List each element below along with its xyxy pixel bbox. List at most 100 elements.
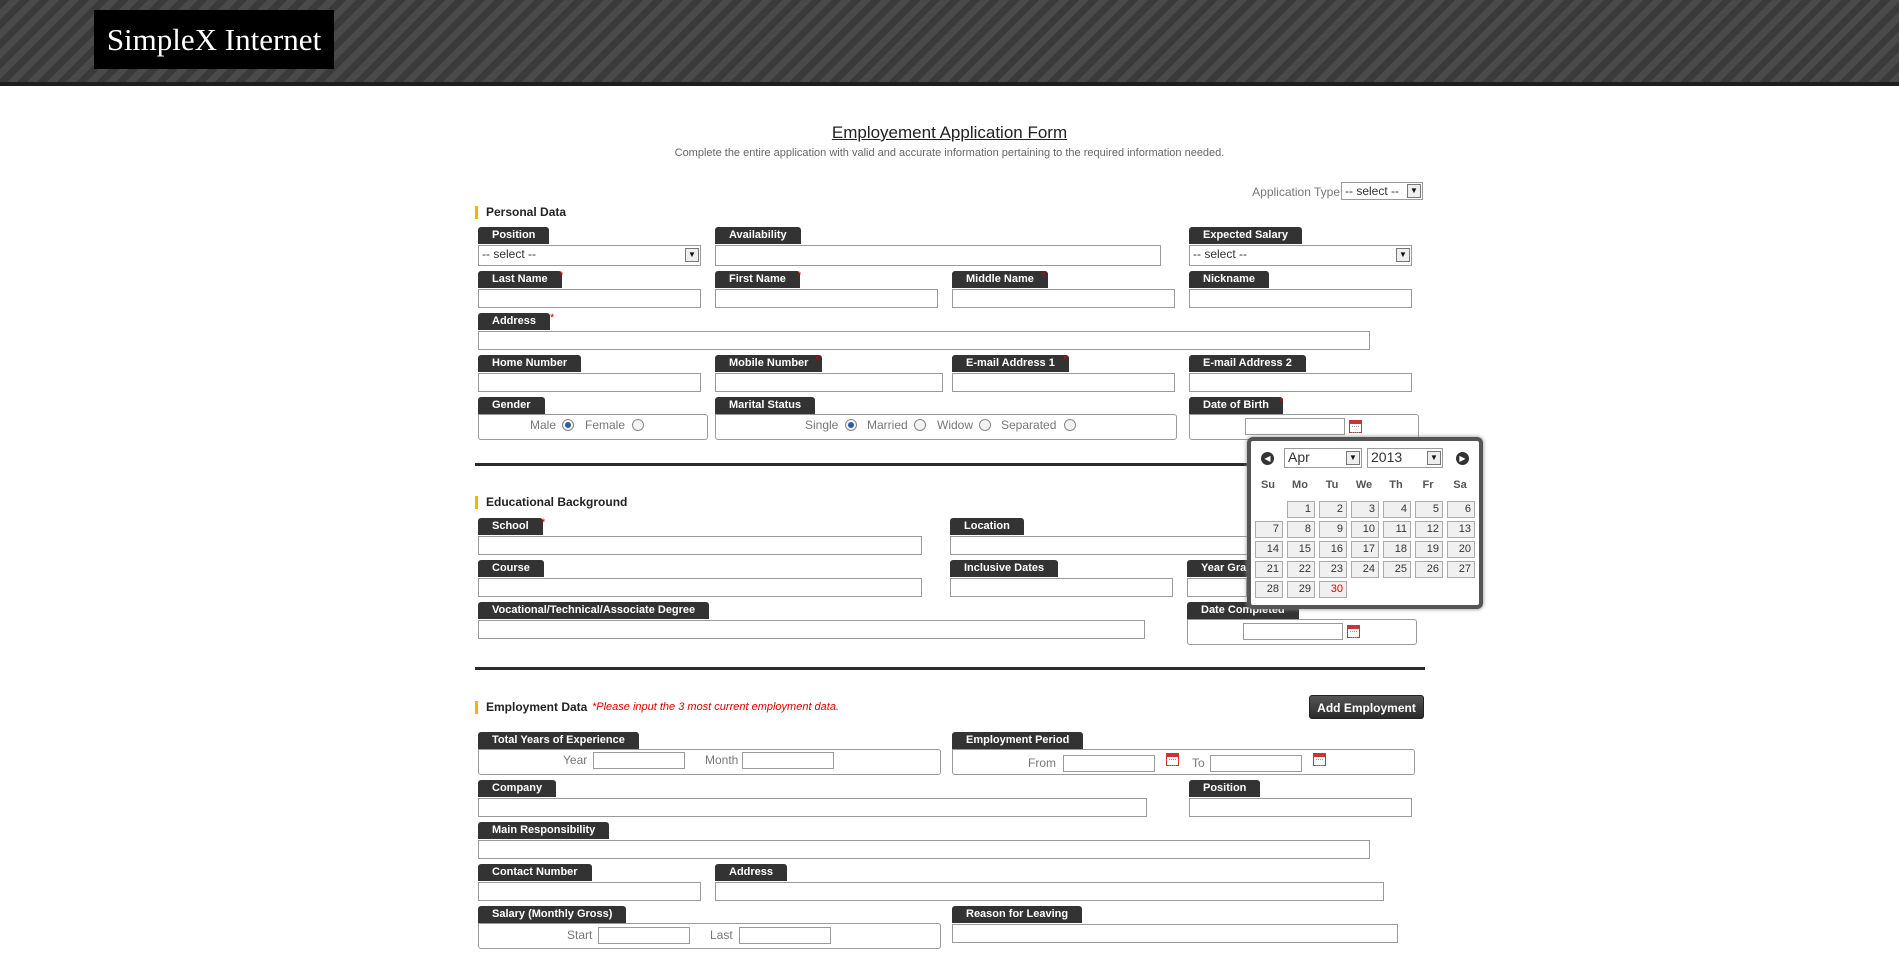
year-graduated-input[interactable] (1187, 578, 1247, 597)
weekday-header: We (1355, 479, 1373, 491)
contact-number-input[interactable] (478, 882, 701, 901)
widow-radio[interactable] (979, 419, 991, 431)
date-completed-input[interactable] (1243, 623, 1343, 640)
calendar-day[interactable]: 30 (1319, 581, 1347, 598)
calendar-day[interactable]: 6 (1447, 501, 1475, 518)
availability-input[interactable] (715, 245, 1161, 266)
calendar-day[interactable]: 9 (1319, 521, 1347, 538)
next-month-icon[interactable]: ▶ (1456, 452, 1469, 465)
email1-input[interactable] (952, 373, 1175, 392)
male-radio[interactable] (562, 419, 574, 431)
school-input[interactable] (478, 536, 922, 555)
calendar-day[interactable]: 26 (1415, 561, 1443, 578)
experience-month-input[interactable] (742, 752, 834, 769)
application-type-select[interactable]: -- select -- ▼ (1341, 182, 1423, 200)
female-radio[interactable] (632, 419, 644, 431)
email2-input[interactable] (1189, 373, 1412, 392)
reason-for-leaving-label: Reason for Leaving (952, 906, 1083, 923)
chevron-down-icon: ▼ (1427, 451, 1441, 465)
course-input[interactable] (478, 578, 922, 597)
chevron-down-icon: ▼ (1396, 248, 1410, 262)
expected-salary-value: -- select -- (1193, 247, 1247, 261)
year-select[interactable]: 2013 ▼ (1367, 448, 1443, 468)
employment-position-input[interactable] (1189, 798, 1412, 817)
calendar-day[interactable]: 12 (1415, 521, 1443, 538)
expected-salary-select[interactable]: -- select -- ▼ (1189, 245, 1412, 266)
prev-month-icon[interactable]: ◀ (1261, 452, 1274, 465)
reason-for-leaving-input[interactable] (952, 924, 1398, 943)
salary-last-input[interactable] (739, 927, 831, 944)
separated-label: Separated (1001, 418, 1057, 432)
salary-start-input[interactable] (598, 927, 690, 944)
home-number-input[interactable] (478, 373, 701, 392)
calendar-day[interactable]: 3 (1351, 501, 1379, 518)
month-select[interactable]: Apr ▼ (1284, 448, 1362, 468)
calendar-day[interactable]: 18 (1383, 541, 1411, 558)
calendar-day[interactable]: 20 (1447, 541, 1475, 558)
chevron-down-icon: ▼ (1346, 451, 1360, 465)
start-label: Start (567, 928, 593, 942)
calendar-day[interactable]: 16 (1319, 541, 1347, 558)
experience-year-input[interactable] (593, 752, 685, 769)
calendar-day[interactable]: 1 (1287, 501, 1315, 518)
required-mark: * (1279, 396, 1284, 408)
calendar-day[interactable]: 4 (1383, 501, 1411, 518)
calendar-day[interactable]: 11 (1383, 521, 1411, 538)
last-name-input[interactable] (478, 289, 701, 308)
employment-address-input[interactable] (715, 882, 1384, 901)
calendar-day[interactable]: 2 (1319, 501, 1347, 518)
calendar-day[interactable]: 29 (1287, 581, 1315, 598)
inclusive-dates-input[interactable] (950, 578, 1173, 597)
married-radio[interactable] (914, 419, 926, 431)
calendar-icon[interactable] (1349, 420, 1362, 433)
required-mark: * (797, 270, 802, 282)
middle-name-input[interactable] (952, 289, 1175, 308)
mobile-number-input[interactable] (715, 373, 943, 392)
period-from-input[interactable] (1063, 755, 1155, 772)
location-label: Location (950, 518, 1024, 535)
calendar-day[interactable]: 13 (1447, 521, 1475, 538)
calendar-day[interactable]: 10 (1351, 521, 1379, 538)
position-select[interactable]: -- select -- ▼ (478, 245, 701, 266)
add-employment-button[interactable]: Add Employment (1309, 695, 1424, 719)
vocational-label: Vocational/Technical/Associate Degree (478, 602, 710, 619)
calendar-icon[interactable] (1347, 625, 1360, 638)
separated-radio[interactable] (1064, 419, 1076, 431)
site-logo[interactable]: SimpleX Internet (94, 10, 334, 69)
section-educational-background: Educational Background (475, 496, 627, 509)
mobile-number-label: Mobile Number (715, 355, 823, 372)
calendar-icon[interactable] (1166, 753, 1179, 766)
calendar-day[interactable]: 8 (1287, 521, 1315, 538)
chevron-down-icon: ▼ (1407, 184, 1421, 198)
main-responsibility-input[interactable] (478, 840, 1370, 859)
calendar-day[interactable]: 7 (1255, 521, 1283, 538)
calendar-icon[interactable] (1313, 753, 1326, 766)
location-input[interactable] (950, 536, 1250, 555)
calendar-day[interactable]: 25 (1383, 561, 1411, 578)
calendar-day[interactable]: 24 (1351, 561, 1379, 578)
calendar-day[interactable]: 23 (1319, 561, 1347, 578)
form-title: Employement Application Form (831, 123, 1068, 142)
single-radio[interactable] (845, 419, 857, 431)
company-input[interactable] (478, 798, 1147, 817)
calendar-day[interactable]: 15 (1287, 541, 1315, 558)
calendar-day[interactable]: 27 (1447, 561, 1475, 578)
nickname-input[interactable] (1189, 289, 1412, 308)
email1-label: E-mail Address 1 (952, 355, 1069, 372)
period-to-input[interactable] (1210, 755, 1302, 772)
calendar-day[interactable]: 22 (1287, 561, 1315, 578)
position-select-value: -- select -- (482, 247, 536, 261)
section-divider (475, 667, 1425, 670)
calendar-day[interactable]: 17 (1351, 541, 1379, 558)
weekday-header: Fr (1422, 479, 1434, 491)
first-name-input[interactable] (715, 289, 938, 308)
vocational-input[interactable] (478, 620, 1145, 639)
calendar-day[interactable]: 14 (1255, 541, 1283, 558)
calendar-day[interactable]: 19 (1415, 541, 1443, 558)
calendar-day[interactable]: 21 (1255, 561, 1283, 578)
total-years-label: Total Years of Experience (478, 732, 639, 749)
dob-input[interactable] (1245, 418, 1345, 435)
calendar-day[interactable]: 28 (1255, 581, 1283, 598)
address-input[interactable] (478, 331, 1370, 350)
calendar-day[interactable]: 5 (1415, 501, 1443, 518)
